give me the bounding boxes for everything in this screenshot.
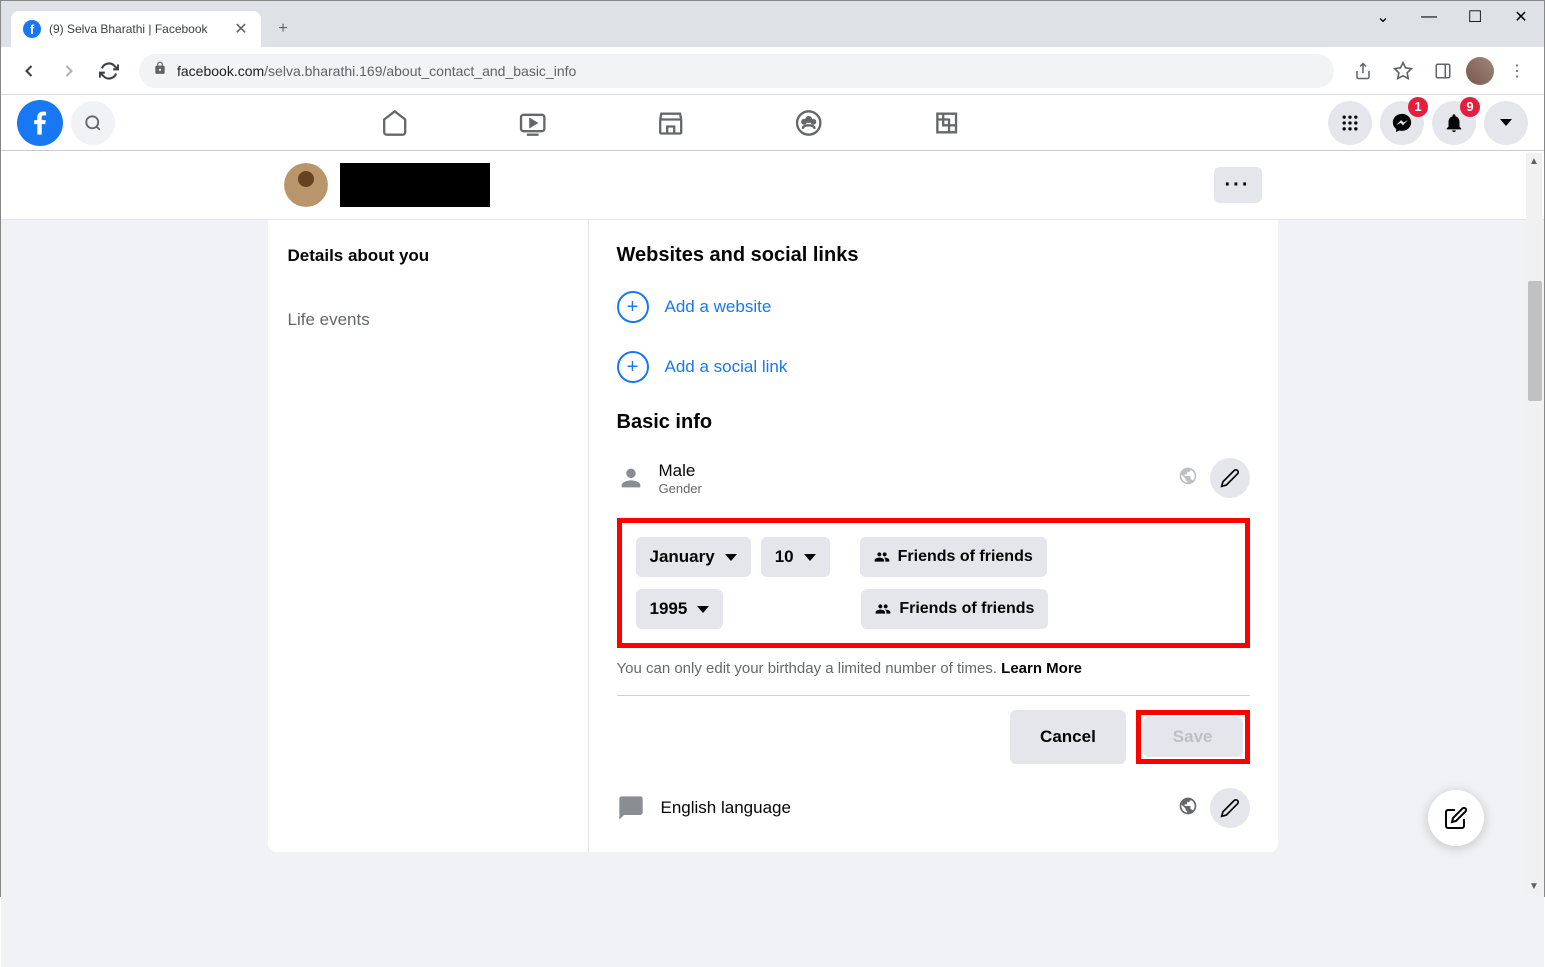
cancel-button[interactable]: Cancel — [1010, 710, 1126, 764]
add-social-link[interactable]: + Add a social link — [617, 351, 1250, 383]
maximize-button[interactable]: ☐ — [1452, 1, 1498, 33]
compose-fab[interactable] — [1428, 790, 1484, 846]
globe-icon[interactable] — [1178, 466, 1198, 491]
action-row: Cancel Save — [617, 695, 1250, 764]
learn-more-link[interactable]: Learn More — [1001, 660, 1082, 677]
facebook-header: 1 9 — [1, 95, 1544, 151]
profile-avatar-icon[interactable] — [1466, 57, 1494, 85]
websites-section-title: Websites and social links — [617, 244, 1250, 267]
birthday-year-privacy-button[interactable]: Friends of friends — [861, 589, 1048, 629]
gender-row: Male Gender — [617, 458, 1250, 498]
tab-strip: f (9) Selva Bharathi | Facebook ✕ + ⌄ — … — [1, 1, 1544, 47]
profile-bar: ··· — [268, 151, 1278, 219]
share-icon[interactable] — [1346, 54, 1380, 88]
main-panel: Websites and social links + Add a websit… — [588, 220, 1278, 852]
url-text: facebook.com/selva.bharathi.169/about_co… — [177, 63, 576, 79]
edit-gender-button[interactable] — [1210, 458, 1250, 498]
language-row: English language — [617, 788, 1250, 828]
plus-icon: + — [617, 291, 649, 323]
caret-down-icon — [697, 606, 709, 613]
birthday-year-dropdown[interactable]: 1995 — [636, 589, 724, 629]
caret-down-icon — [725, 554, 737, 561]
new-tab-button[interactable]: + — [269, 15, 297, 43]
lock-icon — [153, 61, 167, 80]
bookmark-star-icon[interactable] — [1386, 54, 1420, 88]
gender-value: Male — [659, 461, 702, 481]
notifications-button[interactable]: 9 — [1432, 101, 1476, 145]
birthday-hint: You can only edit your birthday a limite… — [617, 660, 1250, 677]
scrollbar-track[interactable] — [1526, 153, 1542, 882]
nav-center — [329, 95, 1011, 151]
reload-button[interactable] — [91, 53, 127, 89]
window-controls: ⌄ — ☐ ✕ — [1360, 1, 1544, 37]
content-wrapper: Details about you Life events Websites a… — [1, 220, 1544, 967]
edit-language-button[interactable] — [1210, 788, 1250, 828]
caret-down-icon — [1500, 119, 1512, 126]
browser-toolbar: facebook.com/selva.bharathi.169/about_co… — [1, 47, 1544, 95]
caret-down-icon — [804, 554, 816, 561]
more-options-button[interactable]: ··· — [1214, 167, 1262, 203]
account-dropdown[interactable] — [1484, 101, 1528, 145]
nav-groups[interactable] — [743, 95, 873, 151]
browser-chrome: f (9) Selva Bharathi | Facebook ✕ + ⌄ — … — [1, 1, 1544, 95]
birthday-day-dropdown[interactable]: 10 — [761, 537, 830, 577]
forward-button[interactable] — [51, 53, 87, 89]
close-window-button[interactable]: ✕ — [1498, 1, 1544, 33]
facebook-favicon: f — [23, 20, 41, 38]
minimize-button[interactable]: — — [1406, 1, 1452, 33]
gender-label: Gender — [659, 481, 702, 496]
globe-icon[interactable] — [1178, 796, 1198, 821]
side-panel-icon[interactable] — [1426, 54, 1460, 88]
scrollbar-up-arrow[interactable]: ▲ — [1526, 153, 1542, 169]
sidebar-item-life-events[interactable]: Life events — [276, 300, 580, 340]
menu-grid-button[interactable] — [1328, 101, 1372, 145]
birthday-md-privacy-button[interactable]: Friends of friends — [860, 537, 1047, 577]
friends-icon — [875, 601, 891, 617]
kebab-menu-icon[interactable]: ⋮ — [1500, 54, 1534, 88]
birthday-edit-highlight: January 10 Friends of friends — [617, 518, 1250, 648]
person-icon — [617, 464, 645, 492]
nav-home[interactable] — [329, 95, 459, 151]
facebook-logo[interactable] — [17, 100, 63, 146]
save-button[interactable]: Save — [1143, 717, 1243, 757]
chevron-down-icon[interactable]: ⌄ — [1360, 1, 1406, 33]
plus-icon: + — [617, 351, 649, 383]
friends-icon — [874, 549, 890, 565]
browser-tab[interactable]: f (9) Selva Bharathi | Facebook ✕ — [11, 11, 261, 47]
tab-title: (9) Selva Bharathi | Facebook — [49, 22, 225, 36]
tab-close-icon[interactable]: ✕ — [233, 21, 249, 37]
birthday-month-dropdown[interactable]: January — [636, 537, 751, 577]
profile-name — [340, 163, 490, 207]
speech-bubble-icon — [617, 794, 645, 822]
address-bar[interactable]: facebook.com/selva.bharathi.169/about_co… — [139, 54, 1334, 88]
messenger-button[interactable]: 1 — [1380, 101, 1424, 145]
scrollbar-thumb[interactable] — [1528, 281, 1542, 401]
sidebar-item-details[interactable]: Details about you — [276, 236, 580, 276]
about-sidebar: Details about you Life events — [268, 220, 588, 852]
scrollbar-down-arrow[interactable]: ▼ — [1526, 878, 1542, 894]
nav-watch[interactable] — [467, 95, 597, 151]
nav-marketplace[interactable] — [605, 95, 735, 151]
notifications-badge: 9 — [1460, 97, 1480, 117]
nav-gaming[interactable] — [881, 95, 1011, 151]
save-highlight: Save — [1136, 710, 1250, 764]
back-button[interactable] — [11, 53, 47, 89]
search-button[interactable] — [71, 101, 115, 145]
messenger-badge: 1 — [1408, 97, 1428, 117]
basic-info-title: Basic info — [617, 411, 1250, 434]
language-value: English language — [661, 798, 791, 818]
profile-avatar[interactable] — [284, 163, 328, 207]
add-website-link[interactable]: + Add a website — [617, 291, 1250, 323]
